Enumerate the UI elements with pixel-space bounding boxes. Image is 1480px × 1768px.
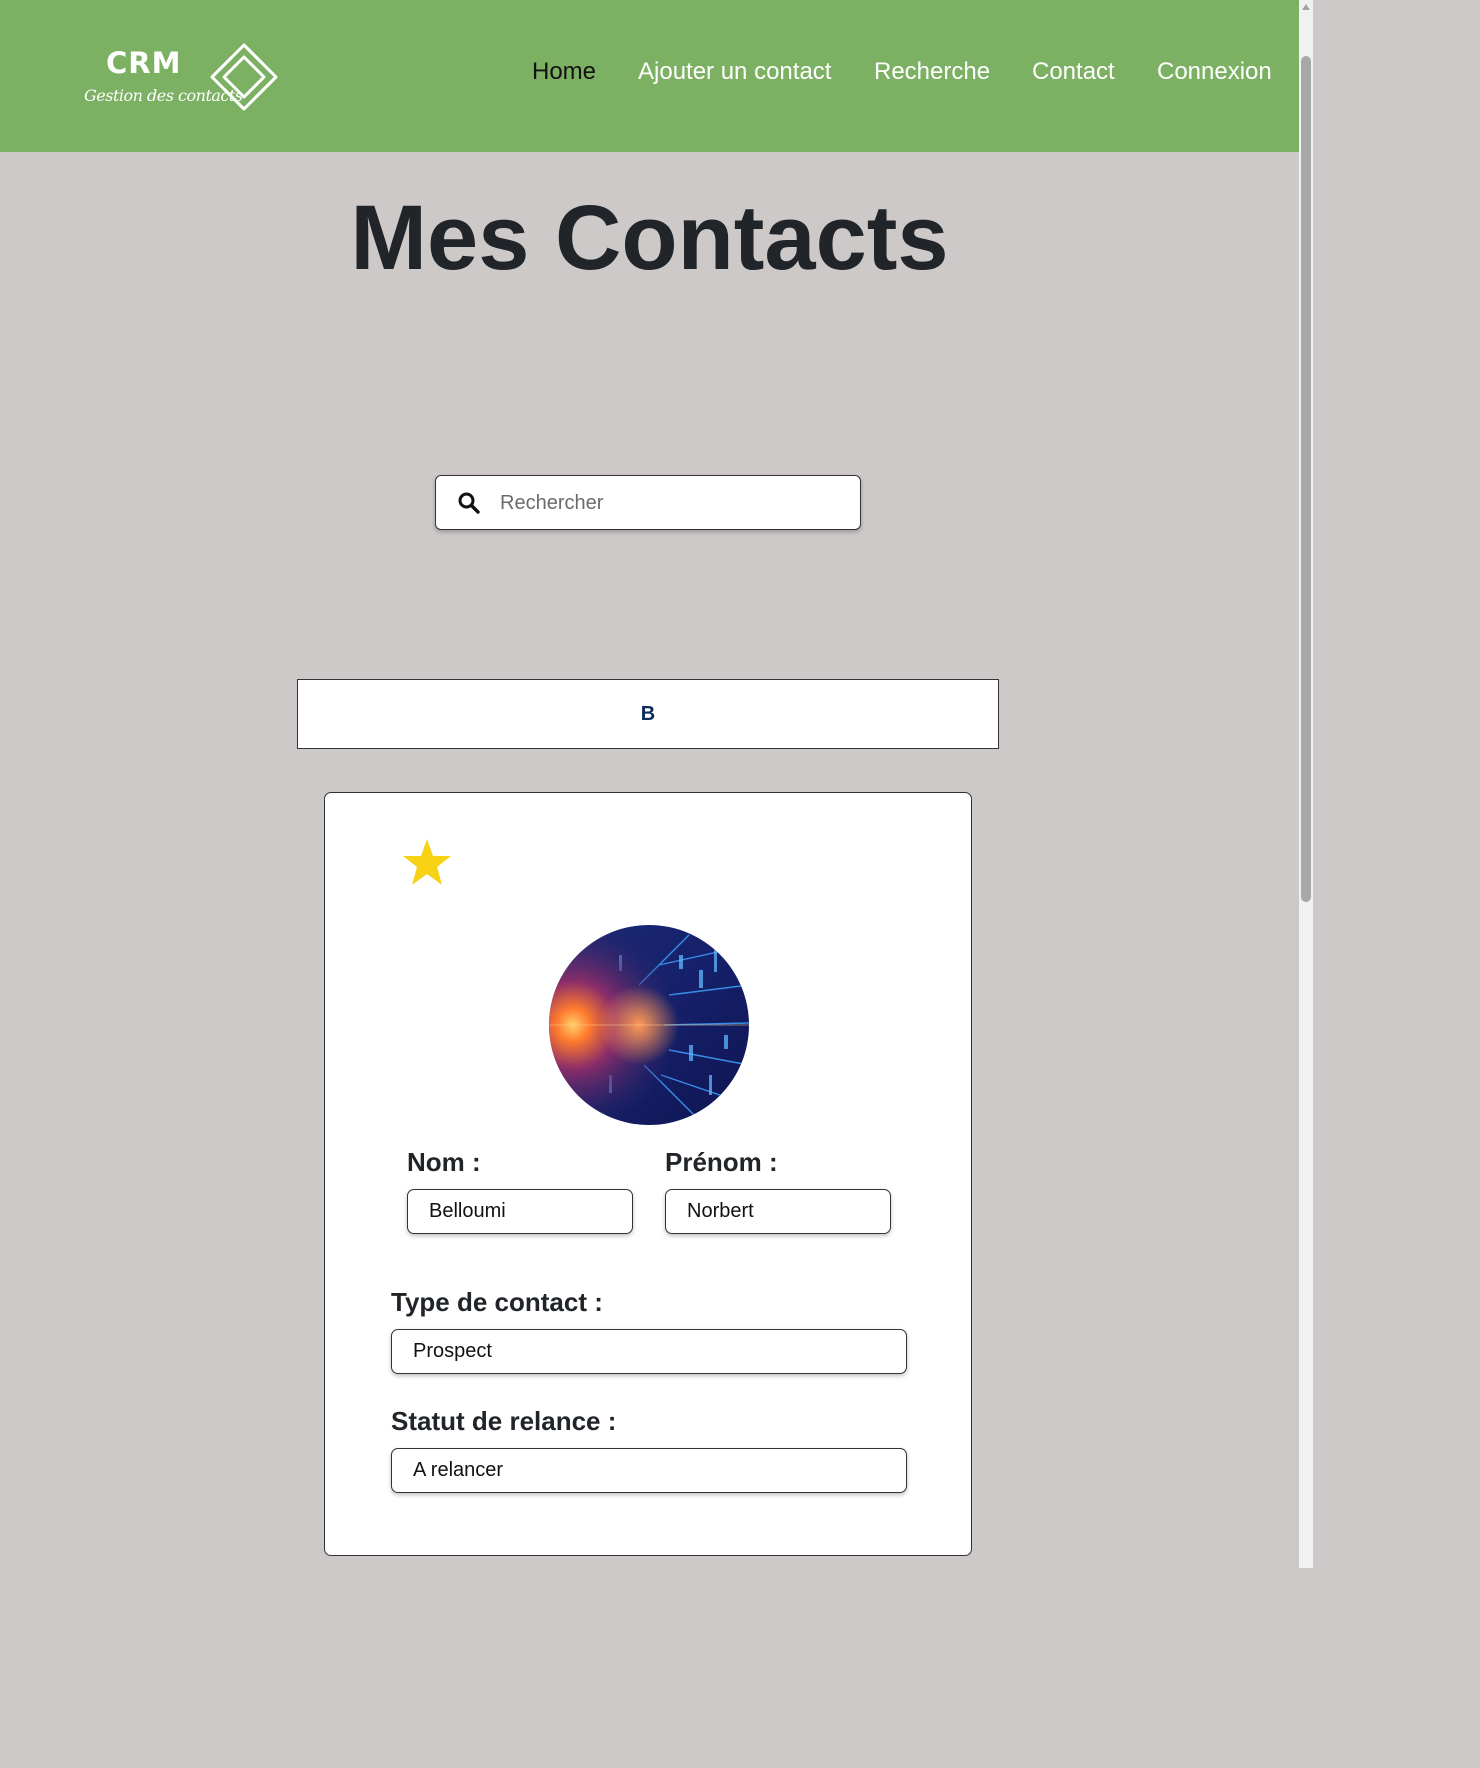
letter-section-header: B <box>297 679 999 749</box>
contact-card: Nom : Prénom : Type de contact : Statut … <box>324 792 972 1556</box>
type-contact-field[interactable] <box>391 1329 907 1374</box>
nom-label: Nom : <box>407 1147 481 1177</box>
statut-relance-label: Statut de relance : <box>391 1406 617 1436</box>
top-navbar: CRM Gestion des contacts Home Ajouter un… <box>0 0 1299 152</box>
nav-search[interactable]: Recherche <box>874 58 990 86</box>
search-bar[interactable] <box>435 475 861 530</box>
nav-home[interactable]: Home <box>532 58 596 86</box>
prenom-label: Prénom : <box>665 1147 778 1177</box>
nav-login[interactable]: Connexion <box>1157 58 1272 86</box>
statut-relance-field[interactable] <box>391 1448 907 1493</box>
search-input[interactable] <box>492 482 842 524</box>
favorite-star-icon[interactable] <box>401 837 453 889</box>
scroll-thumb[interactable] <box>1301 56 1311 902</box>
page: CRM Gestion des contacts Home Ajouter un… <box>0 0 1313 1568</box>
search-icon <box>458 492 480 514</box>
nav-contact[interactable]: Contact <box>1032 58 1115 86</box>
main-nav: Home Ajouter un contact Recherche Contac… <box>0 58 1299 94</box>
page-title: Mes Contacts <box>350 187 949 289</box>
type-contact-label: Type de contact : <box>391 1287 603 1317</box>
nom-field[interactable] <box>407 1189 633 1234</box>
nav-add-contact[interactable]: Ajouter un contact <box>638 58 831 86</box>
vertical-scrollbar[interactable] <box>1299 0 1313 1568</box>
section-letter: B <box>640 702 656 725</box>
contact-avatar <box>549 925 749 1125</box>
prenom-field[interactable] <box>665 1189 891 1234</box>
scroll-up-arrow-icon[interactable] <box>1302 4 1310 10</box>
